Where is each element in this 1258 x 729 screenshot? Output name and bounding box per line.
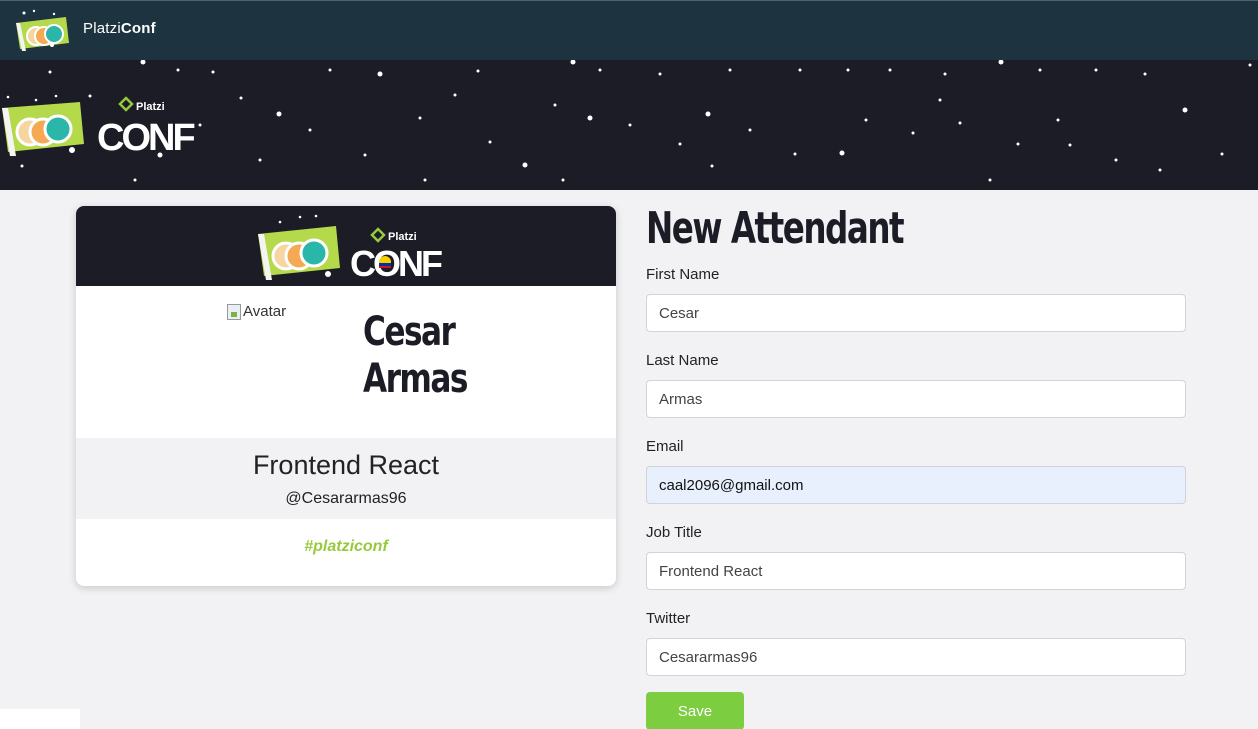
first-name-input[interactable] <box>646 294 1186 332</box>
badge-footer: #platziconf <box>76 519 616 586</box>
navbar: PlatziConf <box>0 0 1258 60</box>
twitter-label: Twitter <box>646 610 691 627</box>
platziconf-logo-icon[interactable] <box>14 9 74 53</box>
badge-job-title: Frontend React <box>252 450 440 480</box>
badge-full-name: Cesar Armas <box>363 309 468 403</box>
badge-header: Platzi CONF <box>76 206 616 286</box>
avatar: Avatar <box>227 303 286 320</box>
job-title-label: Job Title <box>646 524 702 541</box>
email-input[interactable] <box>646 466 1186 504</box>
platziconf-hero-logo: Platzi CONF <box>2 94 197 159</box>
platziconf-badge-logo: Platzi CONF <box>258 214 444 282</box>
job-title-input[interactable] <box>646 552 1186 590</box>
badge-logo-big-text: CONF <box>350 243 442 282</box>
last-name-label: Last Name <box>646 352 719 369</box>
badge-name-section: Avatar Cesar Armas <box>76 286 616 438</box>
badge-last-name: Armas <box>363 356 468 402</box>
last-name-input[interactable] <box>646 380 1186 418</box>
badge-info-section: Frontend React @Cesararmas96 <box>76 438 616 519</box>
badge-logo-small-text: Platzi <box>388 231 417 243</box>
email-label: Email <box>646 438 684 455</box>
corner-artifact <box>0 709 80 729</box>
form-title: New Attendant <box>646 203 905 254</box>
broken-image-icon <box>227 303 241 320</box>
twitter-input[interactable] <box>646 638 1186 676</box>
avatar-alt-text: Avatar <box>243 303 287 320</box>
badge-first-name: Cesar <box>363 309 456 355</box>
badge-hashtag: #platziconf <box>304 538 388 555</box>
hero-banner: Platzi CONF <box>0 60 1258 190</box>
save-button[interactable]: Save <box>646 692 744 729</box>
hero-logo-small-text: Platzi <box>136 101 165 113</box>
hero-logo-big-text: CONF <box>97 117 194 159</box>
navbar-brand[interactable]: PlatziConf <box>83 20 156 37</box>
badge-preview: Platzi CONF Avatar Cesar Armas Frontend … <box>76 206 616 586</box>
badge-twitter: @Cesararmas96 <box>285 490 407 507</box>
first-name-label: First Name <box>646 266 720 283</box>
